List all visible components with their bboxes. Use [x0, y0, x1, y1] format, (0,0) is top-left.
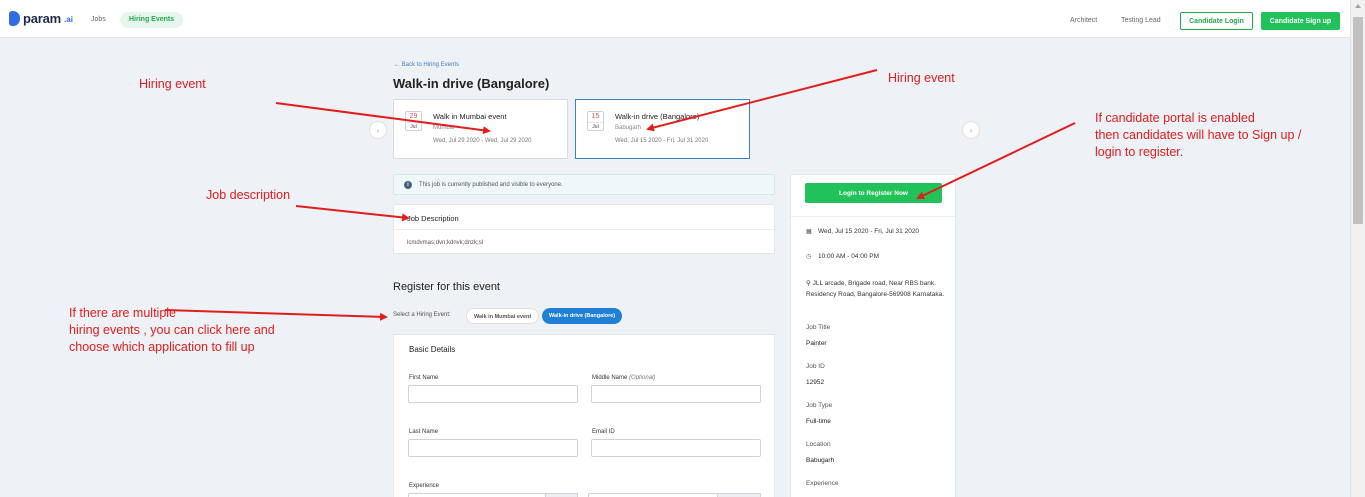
experience-label-text: Experience [409, 483, 440, 489]
event-month: Jul [588, 122, 603, 131]
logo-icon [9, 11, 20, 26]
chevron-left-icon: ‹ [376, 125, 380, 135]
candidate-signup-button[interactable]: Candidate Sign up [1261, 12, 1340, 30]
carousel-next-button[interactable]: › [962, 121, 980, 139]
arrow-job-description [295, 205, 410, 222]
experience-months-unit [717, 493, 761, 497]
event-card-mumbai[interactable]: 29 Jul Walk in Mumbai event Mumbai Wed, … [393, 99, 568, 159]
info-banner: i This job is currently published and vi… [393, 174, 775, 195]
email-label: Email ID [592, 429, 615, 435]
logo[interactable]: param .ai [9, 11, 73, 26]
middle-name-label-text: Middle Name [592, 375, 628, 381]
job-title-value: Painter [806, 340, 827, 347]
event-card-bangalore[interactable]: 15 Jul Walk-in drive (Bangalore) Babugar… [575, 99, 750, 159]
event-month: Jul [406, 122, 421, 131]
job-description-title: Job Description [407, 214, 459, 223]
optional-tag: (Optional) [629, 375, 656, 381]
annotation-line: If there are multiple [69, 306, 176, 320]
event-dates: Wed, Jul 15 2020 - Fri, Jul 31 2020 [615, 138, 709, 144]
annotation-hiring-event-left: Hiring event [139, 77, 206, 91]
nav-architect[interactable]: Architect [1070, 17, 1097, 24]
job-id-value: 12952 [806, 379, 825, 386]
info-icon: i [404, 181, 412, 189]
info-banner-text: This job is currently published and visi… [419, 182, 563, 188]
annotation-candidate-portal: If candidate portal is enabled then cand… [1095, 110, 1301, 161]
top-navigation-bar: param .ai Jobs Hiring Events Architect T… [0, 0, 1350, 38]
annotation-multiple-events: If there are multiple hiring events , yo… [69, 305, 275, 356]
annotation-line: login to register. [1095, 145, 1184, 159]
event-address-text: JLL arcade, Brigade road, Near RBS bank.… [806, 280, 945, 298]
candidate-login-button[interactable]: Candidate Login [1180, 12, 1253, 30]
job-description-text: lcmdvmas;dvn;kdnvk;dnzk;sl [407, 240, 484, 246]
calendar-icon: ▦ [806, 229, 812, 235]
event-date-range: Wed, Jul 15 2020 - Fri, Jul 31 2020 [818, 228, 920, 235]
basic-details-card: Basic Details First Name Middle Name (Op… [393, 334, 775, 497]
logo-suffix: .ai [64, 15, 73, 24]
annotation-line: then candidates will have to Sign up / [1095, 128, 1302, 142]
nav-jobs[interactable]: Jobs [91, 16, 106, 23]
annotation-line: hiring events , you can click here and [69, 323, 275, 337]
calendar-date-badge: 29 Jul [405, 111, 422, 131]
experience-side-label: Experience [806, 480, 839, 487]
first-name-label-text: First Name [409, 375, 439, 381]
location-label: Location [806, 441, 831, 448]
login-to-register-button[interactable]: Login to Register Now [805, 183, 942, 203]
chevron-right-icon: › [969, 125, 973, 135]
annotation-line: If candidate portal is enabled [1095, 111, 1255, 125]
location-pin-icon: ⚲ [806, 280, 811, 287]
event-day: 15 [591, 113, 600, 120]
job-type-value: Full-time [806, 418, 831, 425]
basic-details-title: Basic Details [409, 345, 456, 354]
carousel-prev-button[interactable]: ‹ [369, 121, 387, 139]
first-name-input[interactable] [408, 385, 578, 403]
experience-label: Experience [409, 483, 439, 489]
event-dates: Wed, Jul 29 2020 - Wed, Jul 29 2020 [433, 138, 532, 144]
event-time-row: ◷ 10:00 AM - 04:00 PM [806, 253, 879, 260]
location-value: Babugarh [806, 457, 835, 464]
last-name-label-text: Last Name [409, 429, 439, 435]
scroll-up-icon[interactable] [1355, 4, 1361, 8]
job-description-card: Job Description lcmdvmas;dvn;kdnvk;dnzk;… [393, 204, 775, 254]
event-option-bangalore[interactable]: Walk-in drive (Bangalore) [542, 308, 623, 324]
divider [394, 229, 774, 230]
back-to-hiring-events-link[interactable]: ← Back to Hiring Events [394, 62, 459, 68]
annotation-job-description: Job description [206, 188, 291, 202]
event-time: 10:00 AM - 04:00 PM [818, 253, 880, 260]
event-name: Walk-in drive (Bangalore) [615, 112, 700, 121]
experience-years-unit [545, 493, 578, 497]
job-id-label: Job ID [806, 363, 825, 370]
email-label-text: Email ID [592, 429, 615, 435]
job-type-label: Job Type [806, 402, 833, 409]
first-name-label: First Name [409, 375, 438, 381]
register-section-title: Register for this event [393, 281, 500, 293]
last-name-input[interactable] [408, 439, 578, 457]
last-name-label: Last Name [409, 429, 438, 435]
event-option-mumbai[interactable]: Walk in Mumbai event [466, 308, 540, 324]
job-title-label: Job Title [806, 324, 831, 331]
page-scrollbar[interactable] [1350, 0, 1365, 497]
scroll-thumb[interactable] [1353, 17, 1363, 224]
event-details-sidebar: Login to Register Now ▦ Wed, Jul 15 2020… [790, 174, 956, 497]
nav-testing-lead[interactable]: Testing Lead [1121, 17, 1161, 24]
middle-name-input[interactable] [591, 385, 761, 403]
annotation-line: choose which application to fill up [69, 340, 255, 354]
middle-name-label: Middle Name (Optional) [592, 375, 655, 381]
email-input[interactable] [591, 439, 761, 457]
select-event-label: Select a Hiring Event: [393, 312, 451, 318]
nav-hiring-events[interactable]: Hiring Events [120, 12, 184, 28]
divider [791, 216, 955, 217]
event-date-row: ▦ Wed, Jul 15 2020 - Fri, Jul 31 2020 [806, 228, 919, 235]
experience-months-input[interactable] [588, 493, 718, 497]
event-name: Walk in Mumbai event [433, 112, 507, 121]
experience-years-input[interactable] [408, 493, 546, 497]
annotation-hiring-event-right: Hiring event [888, 71, 955, 85]
event-location: Mumbai [433, 125, 455, 131]
logo-text: param [23, 11, 62, 26]
event-day: 29 [409, 113, 418, 120]
calendar-date-badge: 15 Jul [587, 111, 604, 131]
event-location: Babugarh [615, 125, 642, 131]
event-address: ⚲ JLL arcade, Brigade road, Near RBS ban… [806, 278, 946, 300]
clock-icon: ◷ [806, 254, 812, 260]
page-title: Walk-in drive (Bangalore) [393, 76, 550, 91]
